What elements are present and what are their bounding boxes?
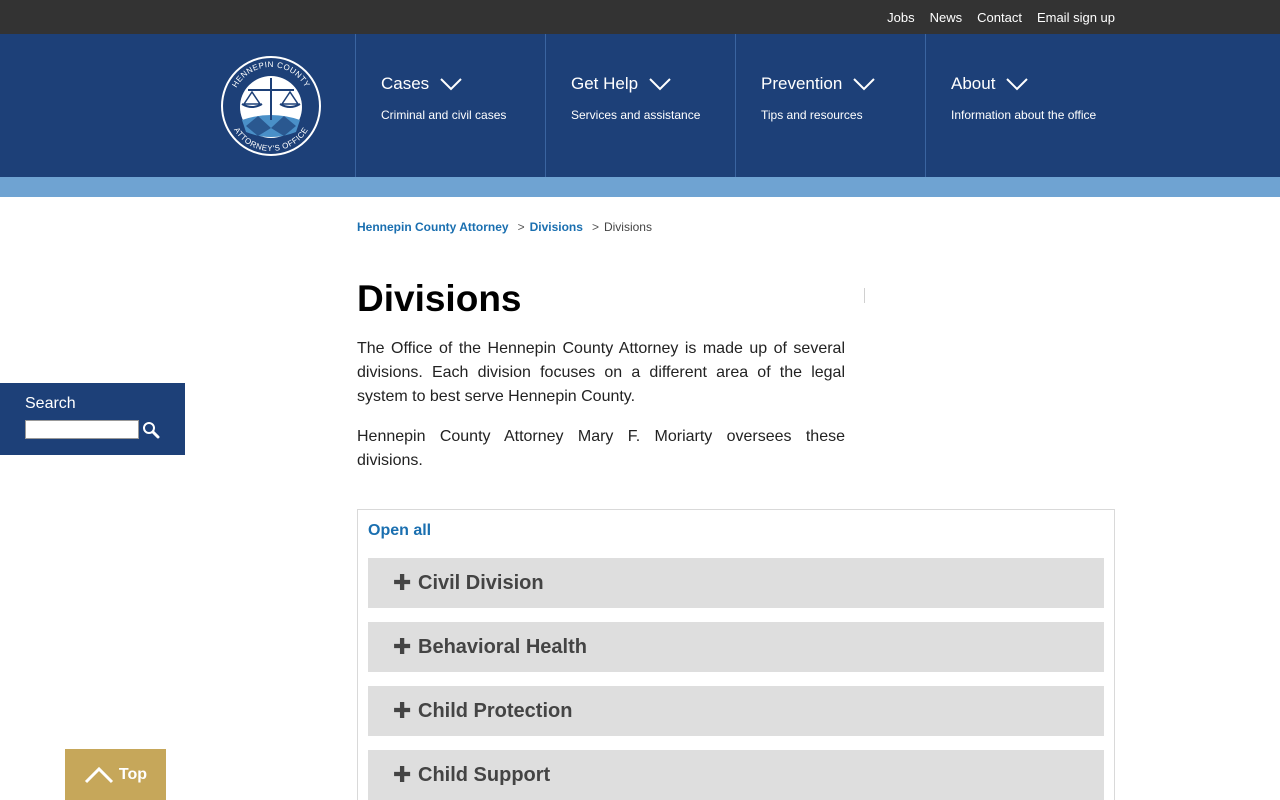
utility-link-news[interactable]: News (930, 10, 963, 25)
breadcrumb-link-divisions[interactable]: Divisions (530, 220, 583, 234)
utility-link-contact[interactable]: Contact (977, 10, 1022, 25)
plus-icon: ✚ (393, 698, 412, 723)
nav-item-about[interactable]: About Information about the office (925, 34, 1115, 177)
accordion-item-civil-division[interactable]: ✚ Civil Division (368, 558, 1104, 608)
intro-paragraph: The Office of the Hennepin County Attorn… (357, 340, 845, 405)
search-label: Search (25, 395, 76, 412)
nav-item-get-help[interactable]: Get Help Services and assistance (545, 34, 735, 177)
intro-paragraph: Hennepin County Attorney Mary F. Moriart… (357, 428, 845, 469)
nav-title-about: About (951, 74, 996, 93)
page-title: Divisions (357, 278, 522, 319)
plus-icon: ✚ (393, 634, 412, 659)
chevron-down-icon (853, 78, 875, 91)
breadcrumb-separator: > (517, 220, 525, 234)
utility-link-jobs[interactable]: Jobs (887, 10, 914, 25)
nav-subtitle-cases: Criminal and civil cases (381, 108, 507, 122)
open-all-link[interactable]: Open all (368, 522, 431, 540)
nav-item-prevention[interactable]: Prevention Tips and resources (735, 34, 925, 177)
accordion-item-label: Child Protection (418, 699, 573, 722)
accordion-item-label: Civil Division (418, 571, 544, 594)
search-panel: Search (0, 383, 185, 455)
search-icon[interactable] (142, 421, 160, 439)
nav-title-prevention: Prevention (761, 74, 843, 93)
divisions-accordion: Open all ✚ Civil Division ✚ Behavioral H… (357, 509, 1115, 800)
search-input[interactable] (25, 420, 139, 439)
intro-text: The Office of the Hennepin County Attorn… (357, 337, 845, 473)
nav-subtitle-about: Information about the office (951, 108, 1097, 122)
nav-title-cases: Cases (381, 74, 430, 93)
chevron-down-icon (649, 78, 671, 91)
breadcrumb-separator: > (591, 220, 599, 234)
utility-link-email-signup[interactable]: Email sign up (1037, 10, 1115, 25)
seal-icon: HENNEPIN COUNTY ATTORNEY'S OFFICE (221, 56, 321, 156)
header-accent-band (0, 177, 1280, 197)
nav-item-cases[interactable]: Cases Criminal and civil cases (355, 34, 545, 177)
hennepin-attorney-logo[interactable]: HENNEPIN COUNTY ATTORNEY'S OFFICE (218, 50, 324, 162)
main-nav: Cases Criminal and civil cases Get Help … (355, 34, 1115, 177)
chevron-down-icon (1006, 78, 1029, 91)
divider (864, 288, 865, 303)
site-header: HENNEPIN COUNTY ATTORNEY'S OFFICE Cases … (0, 34, 1280, 177)
plus-icon: ✚ (393, 762, 412, 787)
breadcrumb-link-home[interactable]: Hennepin County Attorney (357, 220, 509, 234)
accordion-item-behavioral-health[interactable]: ✚ Behavioral Health (368, 622, 1104, 672)
back-to-top-button[interactable]: Top (65, 749, 166, 800)
accordion-item-child-support[interactable]: ✚ Child Support (368, 750, 1104, 800)
nav-title-get-help: Get Help (571, 74, 639, 93)
chevron-down-icon (440, 78, 462, 91)
back-to-top-label: Top (118, 765, 148, 783)
breadcrumb-current: Divisions (603, 220, 652, 234)
accordion-item-child-protection[interactable]: ✚ Child Protection (368, 686, 1104, 736)
accordion-item-label: Behavioral Health (418, 635, 587, 658)
utility-bar: Jobs News Contact Email sign up (0, 0, 1280, 34)
nav-subtitle-prevention: Tips and resources (761, 108, 863, 122)
accordion-item-label: Child Support (418, 763, 551, 786)
nav-subtitle-get-help: Services and assistance (571, 108, 701, 122)
plus-icon: ✚ (393, 570, 412, 595)
utility-nav: Jobs News Contact Email sign up (887, 0, 1115, 34)
breadcrumb: Hennepin County Attorney > Divisions > D… (357, 220, 652, 234)
chevron-up-icon (84, 766, 113, 783)
